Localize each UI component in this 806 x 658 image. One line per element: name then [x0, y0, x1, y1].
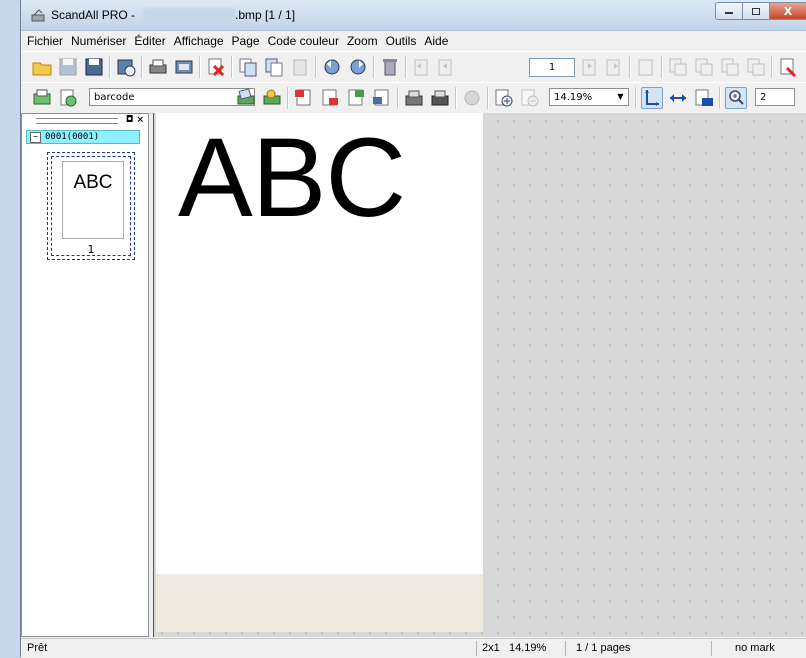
fit-page-icon[interactable]	[641, 87, 663, 109]
panel-close-icon[interactable]: ×	[136, 115, 144, 125]
rotate-right-icon[interactable]	[347, 56, 369, 78]
export-icon[interactable]	[115, 56, 137, 78]
clipboard-icon[interactable]	[289, 56, 311, 78]
fit-width-icon[interactable]	[667, 87, 689, 109]
mark-last-icon[interactable]	[745, 56, 767, 78]
color-tool-icon[interactable]	[461, 87, 483, 109]
menu-editer[interactable]: Éditer	[134, 34, 165, 48]
scan-insert-before-icon[interactable]	[293, 87, 315, 109]
rotate-left-icon[interactable]	[321, 56, 343, 78]
zoom-select-value: 14.19%	[554, 92, 593, 103]
panel-grip[interactable]	[36, 118, 118, 124]
tree-node-document[interactable]: −0001(0001)	[26, 130, 140, 144]
menu-affichage[interactable]: Affichage	[174, 34, 224, 48]
scanner-app-icon	[31, 9, 45, 26]
minimize-button[interactable]	[715, 2, 742, 20]
zoom-out-page-icon[interactable]	[519, 87, 541, 109]
page-jump-icon[interactable]	[635, 56, 657, 78]
scan-append-icon[interactable]	[345, 87, 367, 109]
redacted-filename	[143, 8, 235, 22]
actual-size-icon[interactable]	[693, 87, 715, 109]
window-title: ScandAll PRO -	[51, 8, 136, 22]
profile-select[interactable]: barcode ▼	[89, 88, 255, 106]
status-zoom: 14.19%	[509, 642, 547, 654]
status-mark: no mark	[735, 642, 775, 654]
secondary-toolbar: barcode ▼ 14.19% ▼ 2	[21, 82, 806, 114]
print-icon[interactable]	[147, 56, 169, 78]
status-pages: 1 / 1 pages	[576, 642, 631, 654]
panel-controls: ◘ ×	[126, 115, 144, 125]
menu-numeriser[interactable]: Numériser	[71, 34, 126, 48]
page-layout-value: 2	[760, 92, 767, 103]
first-page-icon[interactable]	[411, 56, 433, 78]
paste-page-icon[interactable]	[263, 56, 285, 78]
scan-to-print-icon[interactable]	[173, 56, 195, 78]
document-text: ABC	[178, 115, 406, 240]
window-title-suffix: .bmp [1 / 1]	[235, 8, 296, 22]
close-button[interactable]: X	[769, 2, 806, 20]
menu-fichier[interactable]: Fichier	[27, 34, 63, 48]
page-thumbnail[interactable]: ABC 1	[47, 152, 135, 260]
scan-add-icon[interactable]	[261, 87, 283, 109]
save-as-icon[interactable]	[83, 56, 105, 78]
mark-prev-icon[interactable]	[693, 56, 715, 78]
document-page-bottom	[156, 574, 483, 632]
status-layout: 2x1	[482, 642, 500, 654]
profile-icon[interactable]	[31, 87, 53, 109]
title-bar[interactable]: ScandAll PRO - .bmp [1 / 1] X	[21, 0, 806, 31]
trash-icon[interactable]	[379, 56, 401, 78]
open-folder-icon[interactable]	[31, 56, 53, 78]
page-layout-select[interactable]: 2	[755, 88, 795, 106]
profile-edit-icon[interactable]	[57, 87, 79, 109]
image-viewer[interactable]: ABC	[153, 113, 806, 637]
thumbnail-page-number: 1	[87, 243, 95, 256]
scan-insert-after-icon[interactable]	[319, 87, 341, 109]
thumbnail-panel: ◘ × −0001(0001) ABC 1	[21, 113, 149, 637]
magnifier-icon[interactable]	[725, 87, 747, 109]
profile-select-value: barcode	[94, 92, 135, 103]
chevron-down-icon: ▼	[617, 92, 624, 101]
last-page-icon[interactable]	[603, 56, 625, 78]
menu-zoom[interactable]: Zoom	[347, 34, 378, 48]
panel-dock-icon[interactable]: ◘	[126, 115, 134, 125]
thumbnail-image: ABC	[62, 161, 124, 239]
mark-first-icon[interactable]	[667, 56, 689, 78]
save-icon[interactable]	[57, 56, 79, 78]
maximize-button[interactable]	[742, 2, 769, 20]
mark-next-icon[interactable]	[719, 56, 741, 78]
app-window: ScandAll PRO - .bmp [1 / 1] X Fichier Nu…	[20, 0, 806, 658]
status-bar: Prêt 2x1 14.19% 1 / 1 pages no mark	[21, 638, 806, 658]
page-number-input[interactable]: 1	[529, 58, 575, 77]
mark-delete-icon[interactable]	[777, 56, 799, 78]
scan-icon[interactable]	[235, 87, 257, 109]
next-page-icon[interactable]	[579, 56, 601, 78]
copy-page-icon[interactable]	[237, 56, 259, 78]
main-toolbar: 1	[21, 51, 806, 83]
scanner-setup-icon[interactable]	[403, 87, 425, 109]
panel-header: ◘ ×	[22, 114, 148, 128]
scanner-settings-icon[interactable]	[429, 87, 451, 109]
zoom-in-page-icon[interactable]	[493, 87, 515, 109]
menu-page[interactable]: Page	[232, 34, 260, 48]
zoom-select[interactable]: 14.19% ▼	[549, 88, 629, 106]
delete-page-icon[interactable]	[205, 56, 227, 78]
collapse-icon[interactable]: −	[30, 132, 41, 143]
tree-node-label: 0001(0001)	[45, 132, 100, 142]
scan-replace-icon[interactable]	[371, 87, 393, 109]
menu-aide[interactable]: Aide	[424, 34, 448, 48]
menu-code-couleur[interactable]: Code couleur	[268, 34, 339, 48]
menu-bar: Fichier Numériser Éditer Affichage Page …	[21, 31, 806, 50]
document-page: ABC	[156, 113, 483, 632]
thumbnail-selection: ABC 1	[51, 156, 131, 256]
menu-outils[interactable]: Outils	[386, 34, 417, 48]
status-state: Prêt	[27, 642, 48, 654]
prev-page-icon[interactable]	[435, 56, 457, 78]
